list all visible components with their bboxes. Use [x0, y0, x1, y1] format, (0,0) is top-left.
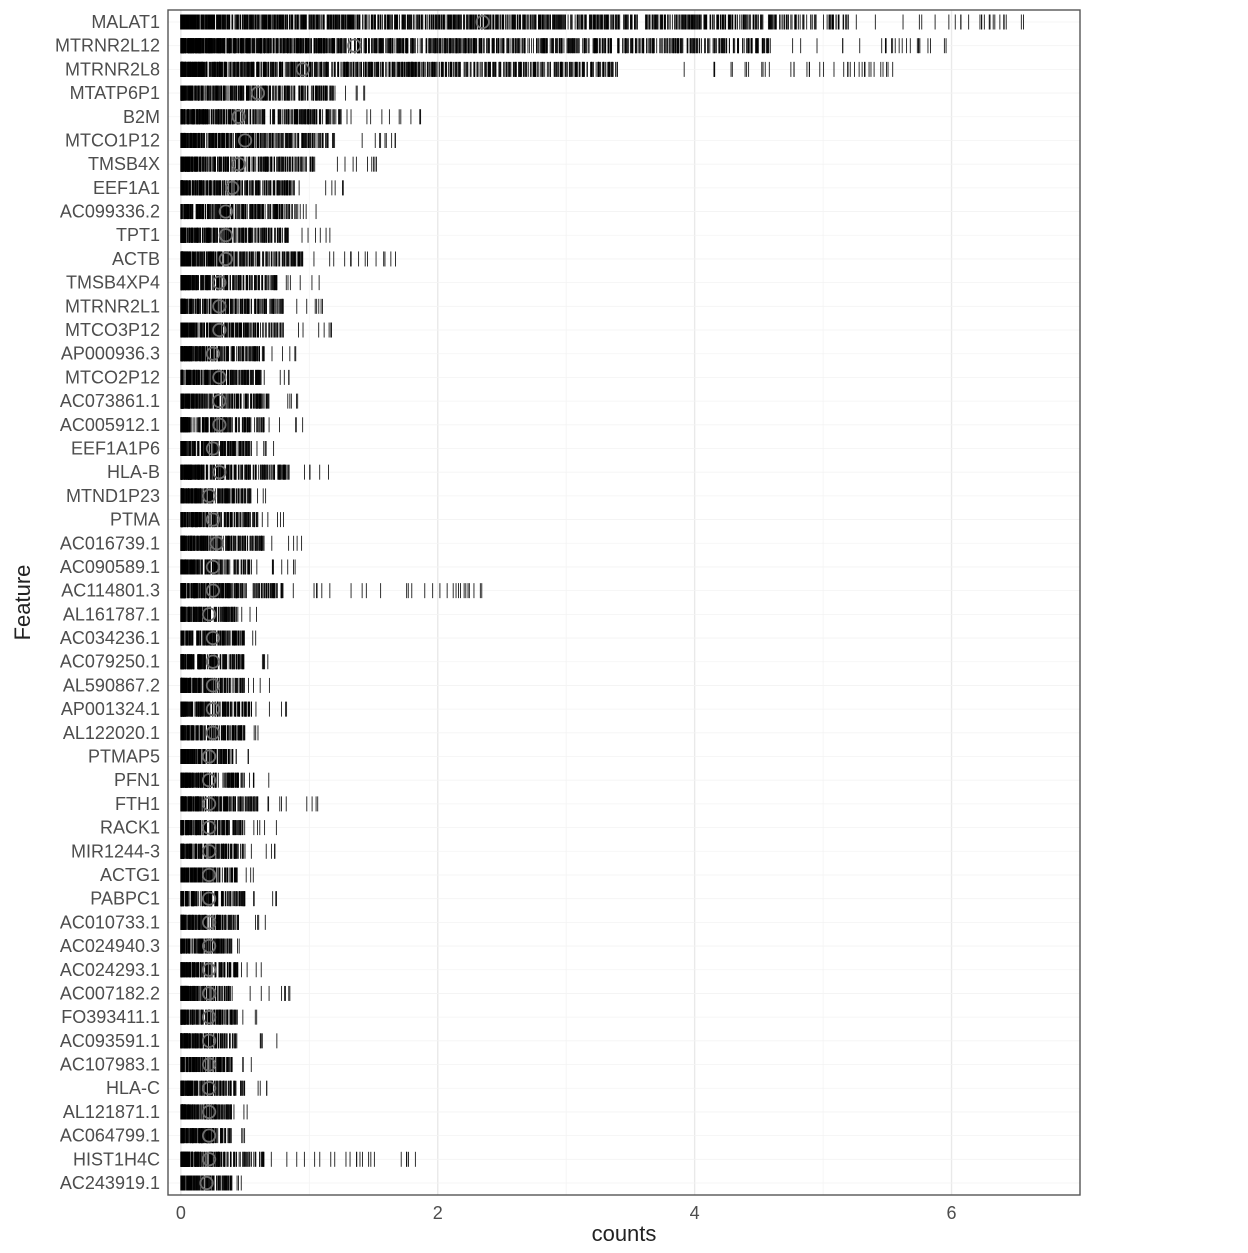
y-tick-label: MTCO1P12	[65, 130, 160, 150]
y-tick-label: MTND1P23	[66, 486, 160, 506]
y-tick-label: AC005912.1	[60, 415, 160, 435]
y-tick-label: AL590867.2	[63, 675, 160, 695]
y-tick-label: EEF1A1P6	[71, 438, 160, 458]
y-tick-label: AC114801.3	[61, 581, 160, 601]
y-tick-label: HLA-C	[106, 1078, 160, 1098]
y-tick-label: AC034236.1	[60, 628, 160, 648]
x-axis-title: counts	[592, 1221, 657, 1246]
y-tick-label: AL121871.1	[63, 1102, 160, 1122]
y-tick-label: PTMAP5	[88, 747, 160, 767]
y-tick-label: AC079250.1	[60, 652, 160, 672]
y-tick-label: MIR1244-3	[71, 841, 160, 861]
y-tick-label: TMSB4XP4	[66, 273, 160, 293]
y-tick-label: PABPC1	[90, 889, 160, 909]
y-tick-label: AP000936.3	[61, 344, 160, 364]
y-tick-label: AL122020.1	[63, 723, 160, 743]
y-tick-label: AC093591.1	[60, 1031, 160, 1051]
y-tick-label: TMSB4X	[88, 154, 160, 174]
y-tick-label: AC243919.1	[60, 1173, 160, 1193]
y-tick-label: MTATP6P1	[70, 83, 160, 103]
y-tick-label: AL161787.1	[63, 604, 160, 624]
x-tick-label: 2	[433, 1203, 443, 1223]
y-tick-label: AC007182.2	[60, 983, 160, 1003]
y-tick-label: HIST1H4C	[73, 1149, 160, 1169]
y-tick-label: AC016739.1	[60, 533, 160, 553]
chart-svg: MALAT1MTRNR2L12MTRNR2L8MTATP6P1B2MMTCO1P…	[0, 0, 1248, 1248]
y-tick-label: AC064799.1	[60, 1126, 160, 1146]
y-tick-label: AC107983.1	[60, 1055, 160, 1075]
y-tick-label: AC090589.1	[60, 557, 160, 577]
y-tick-label: ACTB	[112, 249, 160, 269]
y-tick-label: AC010733.1	[60, 912, 160, 932]
y-tick-label: MALAT1	[91, 12, 160, 32]
y-tick-label: AP001324.1	[61, 699, 160, 719]
y-tick-label: MTRNR2L1	[65, 296, 160, 316]
x-tick-label: 6	[947, 1203, 957, 1223]
y-tick-label: AC024940.3	[60, 936, 160, 956]
y-tick-label: AC073861.1	[60, 391, 160, 411]
y-tick-label: MTRNR2L12	[55, 36, 160, 56]
y-tick-label: FTH1	[115, 794, 160, 814]
y-tick-label: TPT1	[116, 225, 160, 245]
y-tick-label: PFN1	[114, 770, 160, 790]
y-tick-label: MTCO2P12	[65, 367, 160, 387]
y-tick-label: MTRNR2L8	[65, 59, 160, 79]
y-tick-label: ACTG1	[100, 865, 160, 885]
y-tick-label: RACK1	[100, 818, 160, 838]
y-tick-label: AC099336.2	[60, 202, 160, 222]
y-tick-label: EEF1A1	[93, 178, 160, 198]
y-tick-label: B2M	[123, 107, 160, 127]
y-tick-label: HLA-B	[107, 462, 160, 482]
y-axis-title: Feature	[10, 565, 35, 641]
y-tick-label: MTCO3P12	[65, 320, 160, 340]
y-tick-label: PTMA	[110, 510, 160, 530]
x-tick-label: 4	[690, 1203, 700, 1223]
x-tick-label: 0	[176, 1203, 186, 1223]
chart-container: MALAT1MTRNR2L12MTRNR2L8MTATP6P1B2MMTCO1P…	[0, 0, 1248, 1248]
y-tick-label: AC024293.1	[60, 960, 160, 980]
y-tick-label: FO393411.1	[61, 1007, 160, 1027]
